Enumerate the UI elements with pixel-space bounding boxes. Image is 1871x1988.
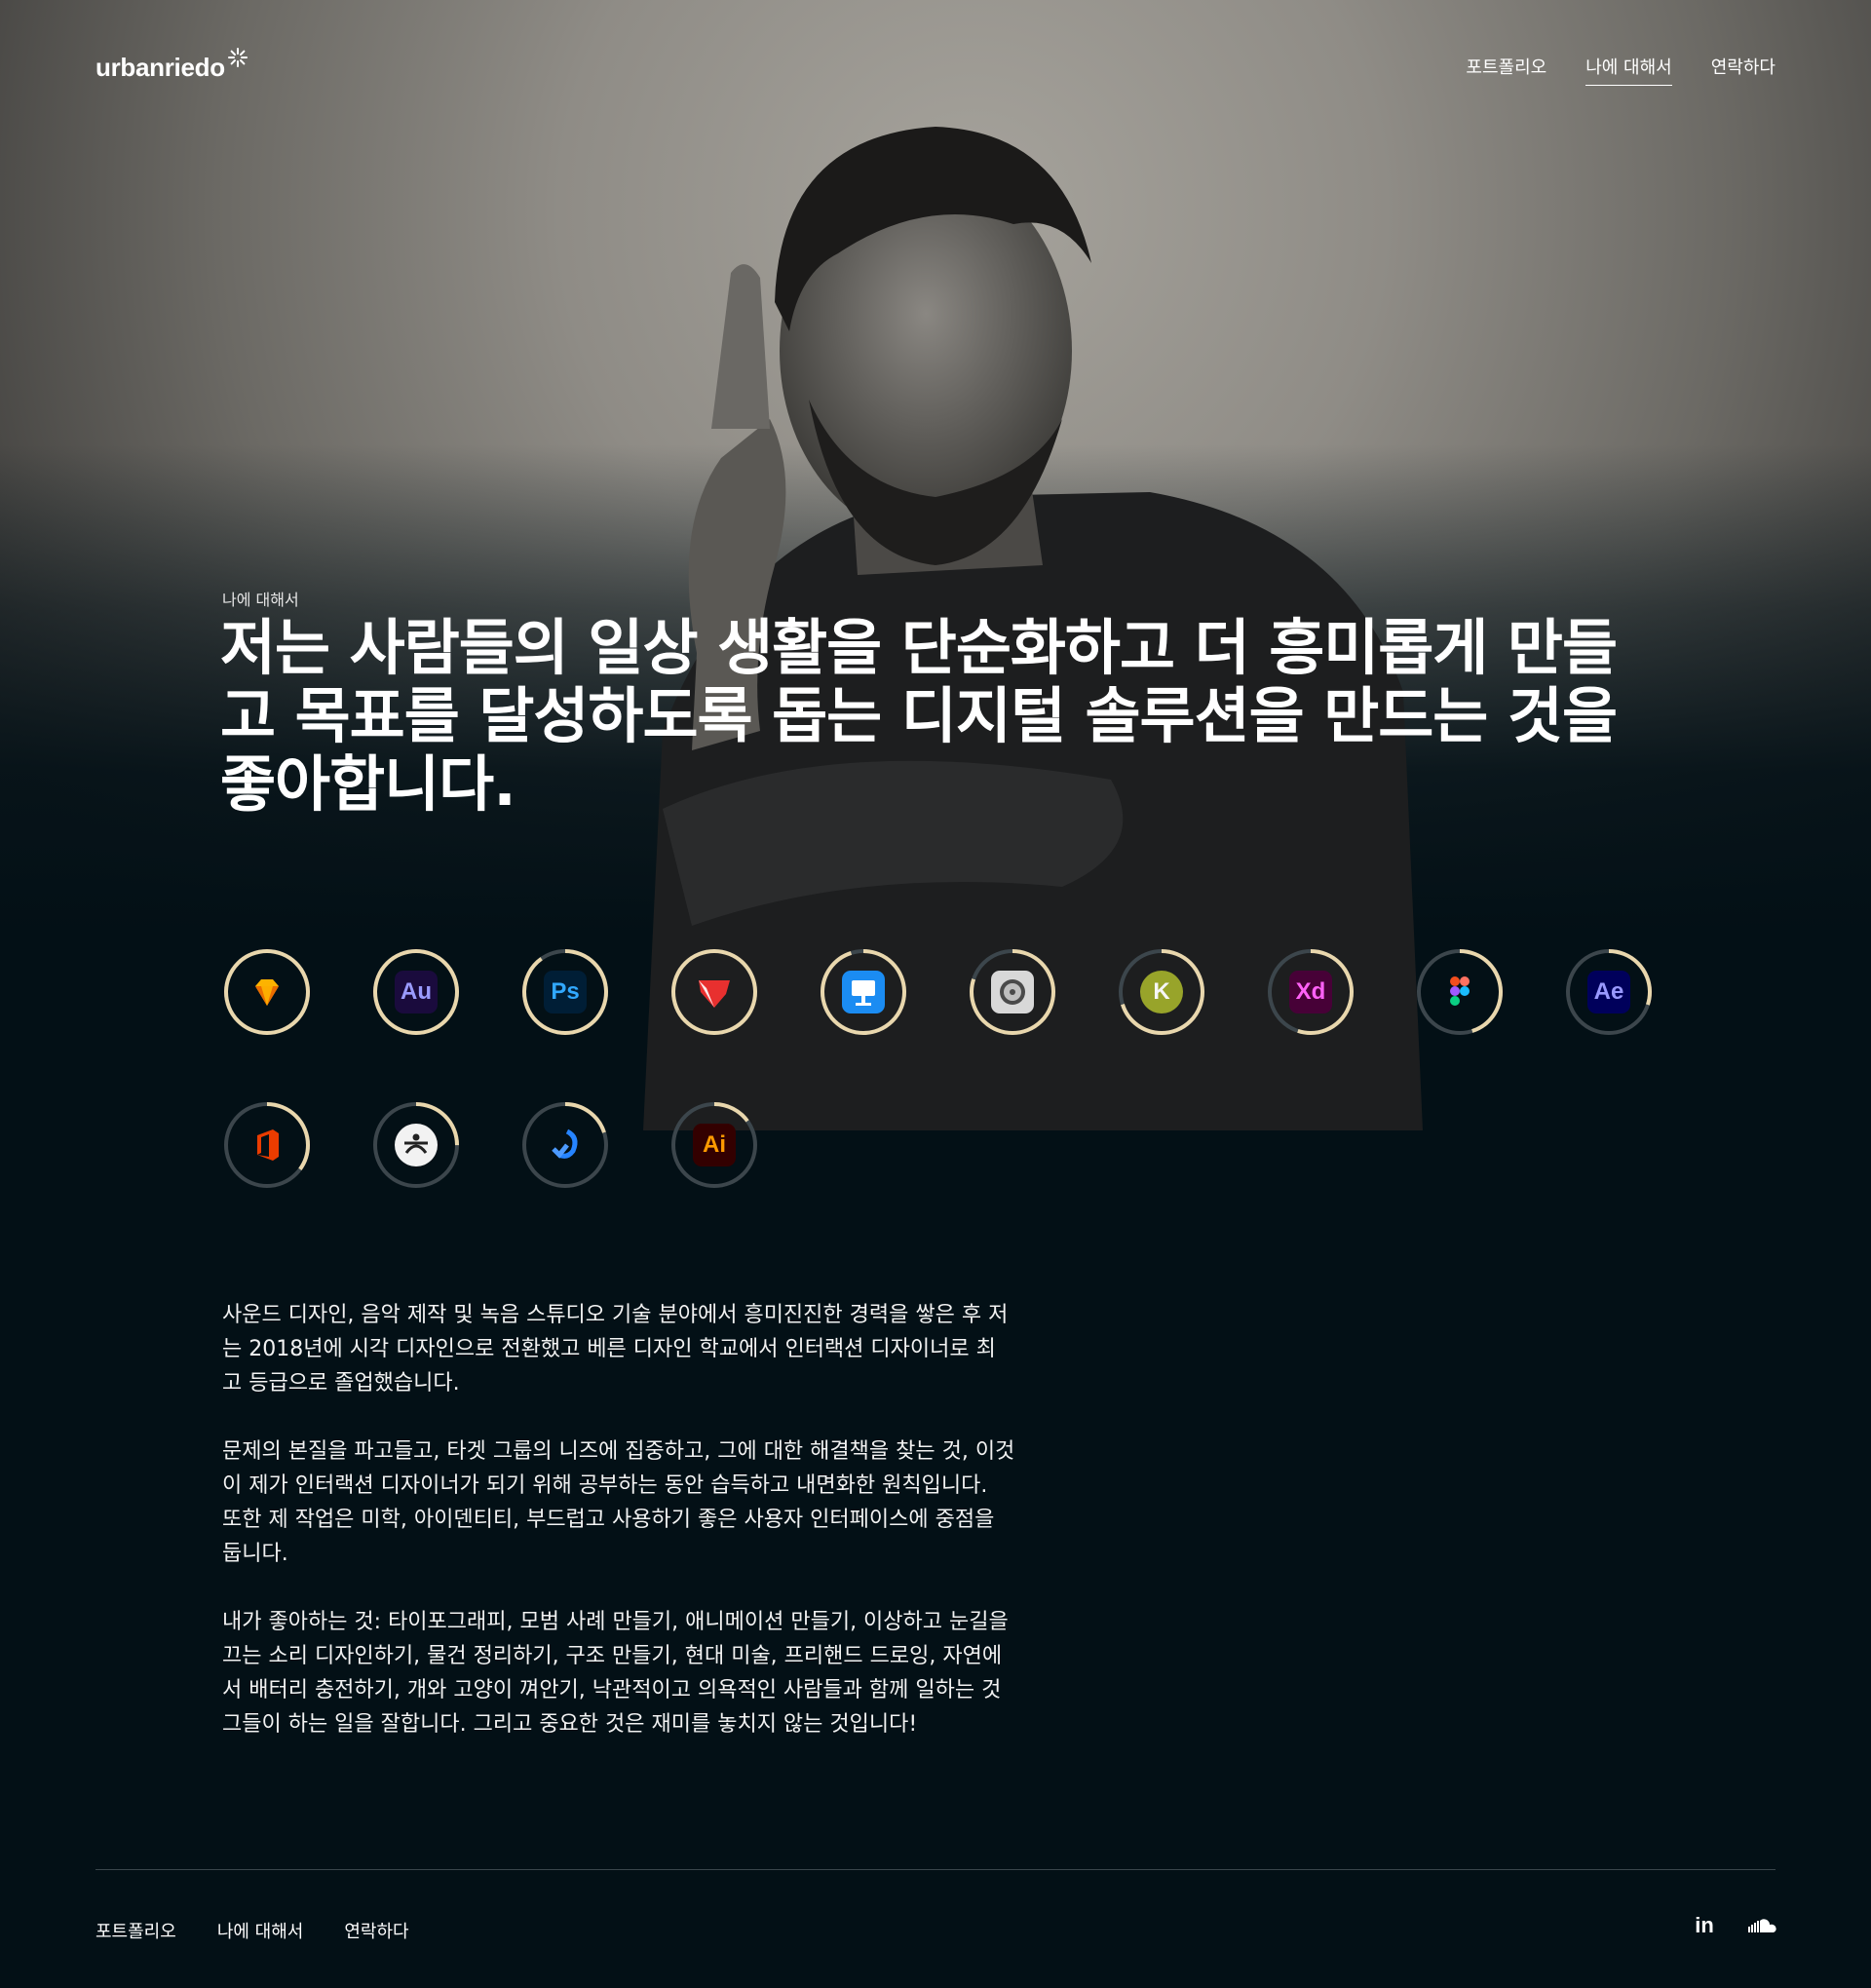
skill-badge: [1415, 947, 1505, 1037]
brand-name: urbanriedo: [95, 53, 225, 82]
bio-line: 끄는 소리 디자인하기, 물건 정리하기, 구조 만들기, 현대 미술, 프리핸…: [222, 1644, 1003, 1668]
sketch-icon: [246, 971, 288, 1013]
logic-pro-icon: [991, 971, 1034, 1013]
bio-line: 또한 제 작업은 미학, 아이덴티티, 부드럽고 사용하기 좋은 사용자 인터페…: [222, 1508, 995, 1532]
zbrush-icon: [395, 1124, 438, 1166]
photoshop-icon: Ps: [544, 971, 587, 1013]
bio-paragraph: 문제의 본질을 파고들고, 타겟 그룹의 니즈에 집중하고, 그에 대한 해결책…: [222, 1434, 1070, 1571]
footer-link-contact[interactable]: 연락하다: [344, 1918, 408, 1943]
linkedin-icon[interactable]: in: [1690, 1913, 1719, 1937]
brand-logo[interactable]: urbanriedo: [95, 48, 248, 83]
nav-link-portfolio[interactable]: 포트폴리오: [1466, 54, 1546, 86]
bio-line: 내가 좋아하는 것: 타이포그래피, 모범 사례 만들기, 애니메이션 만들기,…: [222, 1610, 1009, 1634]
bio-paragraph: 내가 좋아하는 것: 타이포그래피, 모범 사례 만들기, 애니메이션 만들기,…: [222, 1605, 1070, 1741]
soundcloud-icon[interactable]: [1748, 1914, 1777, 1937]
skill-badge: [222, 1100, 312, 1190]
bio-line: 사운드 디자인, 음악 제작 및 녹음 스튜디오 기술 분야에서 흥미진진한 경…: [222, 1303, 1009, 1327]
kotlin-k-icon: K: [1140, 971, 1183, 1013]
headline-line: 고 목표를 달성하도록 돕는 디지털 솔루션을 만드는 것을: [220, 680, 1618, 751]
social-links: in: [1690, 1913, 1777, 1937]
figma-icon: [1438, 971, 1481, 1013]
nav-link-contact[interactable]: 연락하다: [1711, 54, 1776, 86]
jira-icon: [544, 1124, 587, 1166]
skill-badge: [819, 947, 908, 1037]
headline-line: 저는 사람들의 일상 생활을 단순화하고 더 흥미롭게 만들: [220, 612, 1618, 683]
skill-badge: [222, 947, 312, 1037]
audition-icon: Au: [395, 971, 438, 1013]
bio-line: 그들이 하는 일을 잘합니다. 그리고 중요한 것은 재미를 놓치지 않는 것입…: [222, 1712, 918, 1737]
illustrator-icon: Ai: [693, 1124, 736, 1166]
footer-link-portfolio[interactable]: 포트폴리오: [95, 1918, 176, 1943]
bio-line: 이 제가 인터랙션 디자이너가 되기 위해 공부하는 동안 습득하고 내면화한 …: [222, 1473, 988, 1498]
top-navigation: 포트폴리오 나에 대해서 연락하다: [1466, 54, 1776, 86]
adobe-xd-icon: Xd: [1289, 971, 1332, 1013]
nav-link-about[interactable]: 나에 대해서: [1585, 54, 1672, 86]
page-headline: 저는 사람들의 일상 생활을 단순화하고 더 흥미롭게 만들 고 목표를 달성하…: [220, 614, 1643, 819]
headline-line: 좋아합니다.: [220, 748, 516, 820]
skill-badge: [669, 947, 759, 1037]
bio-line: 문제의 본질을 파고들고, 타겟 그룹의 니즈에 집중하고, 그에 대한 해결책…: [222, 1439, 1015, 1464]
bio-line: 는 2018년에 시각 디자인으로 전환했고 베른 디자인 학교에서 인터랙션 …: [222, 1337, 996, 1361]
soundcloud-glyph: [1748, 1919, 1776, 1932]
office-icon: [246, 1124, 288, 1166]
skill-badge: K: [1117, 947, 1206, 1037]
after-effects-icon: Ae: [1587, 971, 1630, 1013]
principle-icon: [693, 971, 736, 1013]
skill-badge: Ps: [520, 947, 610, 1037]
bio-line: 고 등급으로 졸업했습니다.: [222, 1371, 460, 1395]
skill-badge: Au: [371, 947, 461, 1037]
footer-divider: [95, 1869, 1776, 1870]
bio-line: 둡니다.: [222, 1542, 288, 1566]
skill-badge: Ai: [669, 1100, 759, 1190]
skill-badge: Ae: [1564, 947, 1654, 1037]
bio-text: 사운드 디자인, 음악 제작 및 녹음 스튜디오 기술 분야에서 흥미진진한 경…: [222, 1298, 1070, 1776]
skill-badge: [520, 1100, 610, 1190]
bio-line: 서 배터리 충전하기, 개와 고양이 껴안기, 낙관적이고 의욕적인 사람들과 …: [222, 1678, 1002, 1702]
sun-burst-icon: [227, 48, 248, 67]
keynote-icon: [842, 971, 885, 1013]
footer-navigation: 포트폴리오 나에 대해서 연락하다: [95, 1918, 409, 1943]
skill-badge: [371, 1100, 461, 1190]
skill-badge: Xd: [1266, 947, 1356, 1037]
skill-badge: [968, 947, 1057, 1037]
footer-link-about[interactable]: 나에 대해서: [217, 1918, 304, 1943]
linkedin-label: in: [1695, 1913, 1714, 1937]
section-eyebrow: 나에 대해서: [222, 591, 299, 609]
bio-paragraph: 사운드 디자인, 음악 제작 및 녹음 스튜디오 기술 분야에서 흥미진진한 경…: [222, 1298, 1070, 1400]
